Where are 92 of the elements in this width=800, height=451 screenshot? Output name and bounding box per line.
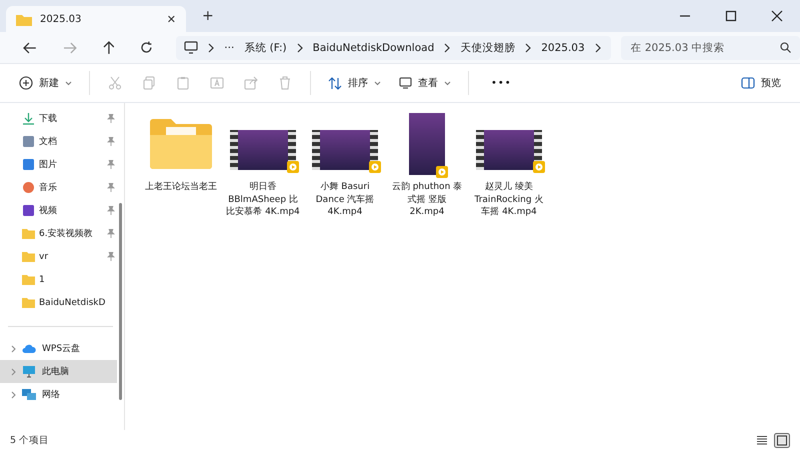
maximize-icon[interactable]	[725, 10, 737, 22]
sidebar-item[interactable]: 视频	[0, 199, 119, 222]
details-view-icon[interactable]	[756, 435, 768, 446]
file-name: 上老王论坛当老王	[144, 181, 218, 194]
back-arrow-icon[interactable]	[23, 42, 37, 54]
file-name: 小舞 Basuri Dance 汽车摇 4K.mp4	[314, 181, 376, 218]
search-icon	[780, 42, 792, 52]
sidebar-item[interactable]: 文档	[0, 130, 119, 153]
close-icon[interactable]	[771, 10, 783, 22]
sidebar-item[interactable]: WPS云盘	[0, 337, 117, 360]
sidebar-item[interactable]: vr	[0, 245, 119, 268]
chevron-right-icon	[525, 42, 532, 52]
new-button[interactable]: 新建	[10, 76, 81, 90]
share-icon[interactable]	[244, 76, 258, 90]
refresh-icon[interactable]	[140, 41, 154, 54]
player-badge-icon	[436, 166, 448, 178]
cloud-icon	[22, 344, 36, 354]
player-badge-icon	[369, 161, 381, 173]
up-arrow-icon[interactable]	[102, 40, 114, 54]
caret-icon	[444, 80, 451, 86]
preview-button[interactable]: 预览	[732, 76, 790, 90]
file-item[interactable]: 明日香 BBlmASheep 比比安慕希 4K.mp4	[225, 111, 301, 218]
network-icon	[22, 388, 36, 400]
monitor-icon	[184, 41, 198, 54]
view-button[interactable]: 查看	[390, 76, 460, 90]
caret-icon	[374, 80, 381, 86]
item-count: 5 个项目	[10, 434, 50, 447]
trash-icon[interactable]	[278, 76, 292, 90]
rename-icon[interactable]	[210, 76, 224, 90]
folder-icon	[22, 274, 35, 285]
file-item[interactable]: 云韵 phuthon 泰式摇 竖版 2K.mp4	[389, 111, 465, 218]
sidebar-item[interactable]: 下载	[0, 107, 119, 130]
breadcrumb-segment[interactable]: 2025.03	[541, 42, 585, 54]
sort-arrows-icon	[328, 76, 342, 90]
search-field[interactable]: 在 2025.03 中搜索	[620, 36, 800, 60]
breadcrumb-segment[interactable]: BaiduNetdiskDownload	[312, 42, 434, 54]
copy-icon[interactable]	[142, 76, 156, 90]
file-item[interactable]: 赵灵儿 绫美 TrainRocking 火车摇 4K.mp4	[471, 111, 547, 218]
tab-title: 2025.03	[40, 14, 82, 24]
folder-icon	[150, 119, 212, 169]
sidebar-item[interactable]: 图片	[0, 153, 119, 176]
pin-icon[interactable]	[107, 137, 115, 146]
chevron-right-icon	[594, 42, 601, 52]
sort-button[interactable]: 排序	[319, 76, 390, 90]
folder-icon	[22, 297, 35, 308]
scissors-icon[interactable]	[108, 76, 122, 90]
pin-icon[interactable]	[107, 160, 115, 169]
pin-icon[interactable]	[107, 183, 115, 192]
plus-circle-icon	[19, 76, 33, 90]
large-icons-view-icon[interactable]	[774, 433, 790, 448]
folder-tab[interactable]: 2025.03 ✕	[6, 6, 186, 32]
file-name: 明日香 BBlmASheep 比比安慕希 4K.mp4	[225, 181, 301, 218]
folder-icon	[22, 251, 35, 262]
forward-arrow-icon[interactable]	[62, 42, 77, 54]
scrollbar[interactable]	[119, 203, 122, 400]
preview-pane-icon	[741, 77, 755, 89]
chevron-right-icon	[444, 42, 450, 52]
download-arrow-icon	[22, 112, 35, 125]
new-tab-button[interactable]: +	[202, 8, 214, 24]
breadcrumb-segment[interactable]: 天使没翅膀	[460, 40, 516, 54]
address-bar[interactable]: ··· 系统 (F:) BaiduNetdiskDownload 天使没翅膀 2025.03	[176, 36, 610, 60]
pin-icon[interactable]	[107, 252, 115, 261]
sidebar-item[interactable]: 6.安装视频教	[0, 222, 119, 245]
more-locations-button[interactable]: ···	[224, 42, 234, 54]
clipboard-icon[interactable]	[176, 76, 190, 90]
caret-icon	[65, 80, 72, 86]
file-item[interactable]: 上老王论坛当老王	[143, 111, 219, 194]
monitor-icon	[22, 366, 36, 378]
pin-icon[interactable]	[107, 114, 115, 123]
monitor-icon	[399, 77, 412, 89]
chevron-right-icon	[11, 344, 16, 352]
more-options-button[interactable]: •••	[477, 78, 526, 88]
chevron-right-icon	[296, 42, 303, 52]
sidebar-item[interactable]: 此电脑	[0, 360, 117, 383]
chevron-right-icon	[11, 390, 16, 398]
sidebar-item[interactable]: BaiduNetdiskD	[0, 291, 119, 314]
pin-icon[interactable]	[107, 206, 115, 215]
chevron-right-icon	[11, 368, 16, 376]
chevron-right-icon	[208, 42, 214, 52]
breadcrumb-segment[interactable]: 系统 (F:)	[244, 40, 287, 54]
file-name: 云韵 phuthon 泰式摇 竖版 2K.mp4	[390, 181, 464, 218]
sidebar-item[interactable]: 网络	[0, 383, 117, 406]
folder-icon	[22, 228, 35, 239]
sidebar-item[interactable]: 音乐	[0, 176, 119, 199]
file-name: 赵灵儿 绫美 TrainRocking 火车摇 4K.mp4	[474, 181, 544, 218]
folder-icon	[16, 12, 32, 26]
player-badge-icon	[533, 161, 545, 173]
pin-icon[interactable]	[107, 229, 115, 238]
sidebar-item[interactable]: 1	[0, 268, 119, 291]
file-item[interactable]: 小舞 Basuri Dance 汽车摇 4K.mp4	[307, 111, 383, 218]
player-badge-icon	[287, 161, 299, 173]
close-tab-button[interactable]: ✕	[166, 12, 176, 26]
